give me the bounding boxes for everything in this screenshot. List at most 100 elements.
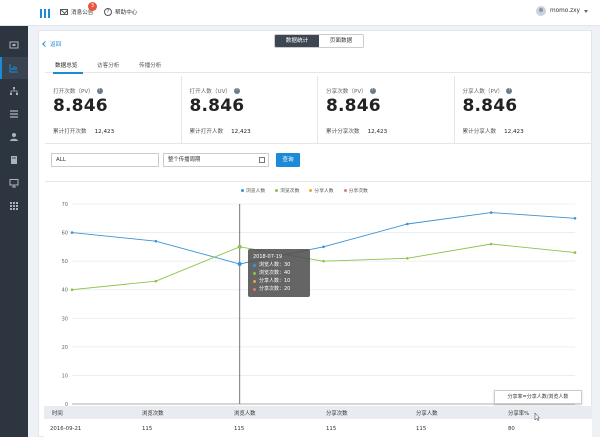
kpi-sub-label: 累计分享次数 <box>326 129 360 135</box>
kpi-card-open-uv: 打开人数（UV）! 8.846 累计打开人数 12,423 <box>182 76 318 144</box>
tooltip-date: 2018-07-19 <box>253 254 283 260</box>
table-cell: 115 <box>416 426 427 432</box>
column-header: 浏览人数 <box>234 411 256 417</box>
data-point <box>406 256 409 260</box>
y-tick-label: 30 <box>62 316 68 322</box>
tooltip-row-label: 分享人数：10 <box>259 278 291 284</box>
list-icon <box>10 110 18 118</box>
kpi-sub: 累计分享次数 12,423 <box>326 127 387 135</box>
chevron-down-icon <box>584 9 588 13</box>
tooltip-row-label: 分享次数：20 <box>259 286 291 292</box>
query-button[interactable]: 查询 <box>276 153 300 167</box>
kpi-card-share-users: 分享人数（PV）! 8.846 累计分享人数 12,423 <box>455 76 592 144</box>
info-icon[interactable]: ! <box>506 88 513 94</box>
period-value: 整个传播周期 <box>168 157 201 163</box>
sidebar-item-sitemap[interactable] <box>0 80 28 102</box>
series-line <box>71 212 576 265</box>
y-tick-label: 20 <box>62 345 68 351</box>
column-header: 分享次数 <box>326 411 348 417</box>
channel-select[interactable]: ALL <box>51 153 159 167</box>
kpi-sub-value: 12,423 <box>367 129 388 135</box>
app-logo-icon[interactable] <box>40 9 50 18</box>
envelope-icon <box>60 9 68 15</box>
kpi-label: 分享人数（PV）! <box>463 87 513 95</box>
kpi-sub-value: 12,423 <box>504 129 524 135</box>
help-icon: ? <box>104 8 112 16</box>
data-table: 时间 浏览次数 浏览人数 分享次数 分享人数 分享率% 2016-09-21 1… <box>44 406 592 437</box>
tab-overview[interactable]: 数据总览 <box>55 61 77 69</box>
table-cell: 115 <box>234 426 245 432</box>
tab-visitor-analysis[interactable]: 访客分析 <box>97 61 119 69</box>
chevron-left-icon <box>42 41 48 47</box>
back-label: 返回 <box>50 42 62 48</box>
app-root: 消息公告 3 ? 帮助中心 momo.zxy 返回 数据统计 页面数据 数据总览… <box>0 0 600 437</box>
dashboard-icon <box>9 41 19 49</box>
kpi-card-open-pv: 打开次数（PV）! 8.846 累计打开次数 12,423 <box>45 76 182 144</box>
back-link[interactable]: 返回 <box>42 40 62 48</box>
tab-spread-analysis[interactable]: 传播分析 <box>139 61 161 69</box>
segment-page-data[interactable]: 页面数据 <box>319 35 363 47</box>
user-icon <box>10 133 18 141</box>
data-point <box>154 239 158 243</box>
tooltip-row: 浏览人数：30 <box>253 261 305 269</box>
sidebar-item-chart[interactable] <box>0 57 28 79</box>
tooltip-dot <box>253 279 256 283</box>
data-point <box>237 244 242 249</box>
kpi-sub-label: 累计分享人数 <box>462 129 497 135</box>
data-point <box>322 245 325 249</box>
notice-badge: 3 <box>88 2 97 11</box>
segment-data-stats[interactable]: 数据统计 <box>275 35 319 47</box>
kpi-value: 8.846 <box>462 96 518 116</box>
y-tick-label: 70 <box>62 202 68 208</box>
sidebar-item-book[interactable] <box>0 149 28 171</box>
sidebar-item-list[interactable] <box>0 103 28 125</box>
data-point <box>489 211 493 214</box>
tooltip-row: 浏览次数：40 <box>253 269 305 277</box>
chart-tooltip: 2018-07-19 浏览人数：30 浏览次数：40 分享人数：10 分享次数：… <box>248 249 310 297</box>
column-header: 时间 <box>52 411 63 417</box>
tooltip-row: 分享人数：10 <box>253 277 305 285</box>
kpi-sub-label: 累计打开人数 <box>189 129 224 135</box>
tab-bar: 数据总览 访客分析 传播分析 <box>45 58 591 74</box>
kpi-label-text: 分享次数（PV） <box>326 89 367 95</box>
tooltip-dot <box>253 287 256 291</box>
view-segment: 数据统计 页面数据 <box>274 34 364 48</box>
info-icon[interactable]: ! <box>233 88 240 94</box>
kpi-sub-label: 累计打开次数 <box>53 129 87 135</box>
kpi-label: 打开次数（PV）! <box>53 87 103 95</box>
share-rate-hint: 分享率=分享人数/浏览人数 <box>494 390 582 404</box>
table-cell: 2016-09-21 <box>50 426 82 432</box>
data-point <box>322 259 325 263</box>
filter-bar: ALL 整个传播周期 查询 <box>45 151 591 173</box>
data-point <box>154 279 158 283</box>
table-header: 时间 浏览次数 浏览人数 分享次数 分享人数 分享率% <box>44 406 592 419</box>
y-tick-label: 50 <box>62 259 68 265</box>
sidebar-item-monitor[interactable] <box>0 172 28 194</box>
data-point <box>489 242 493 246</box>
help-label: 帮助中心 <box>115 10 138 16</box>
data-point <box>573 216 577 220</box>
data-point <box>406 222 409 226</box>
period-picker[interactable]: 整个传播周期 <box>163 153 269 167</box>
book-icon <box>11 156 17 164</box>
kpi-label: 打开人数（UV）! <box>190 87 240 95</box>
sidebar-item-grid[interactable] <box>0 195 28 217</box>
kpi-sub: 累计打开人数 12,423 <box>190 127 251 135</box>
y-tick-label: 40 <box>62 288 68 294</box>
info-icon[interactable]: ! <box>96 88 103 94</box>
data-point <box>70 231 74 234</box>
table-cell: 80 <box>508 426 515 432</box>
calendar-icon <box>259 157 265 163</box>
sidebar-item-dashboard[interactable] <box>0 34 28 56</box>
tooltip-row-label: 浏览人数：30 <box>259 262 291 268</box>
kpi-cards: 打开次数（PV）! 8.846 累计打开次数 12,423 打开人数（UV）! 8… <box>45 76 591 144</box>
info-icon[interactable]: ! <box>369 88 376 94</box>
user-menu[interactable]: momo.zxy <box>535 6 588 16</box>
grid-icon <box>10 202 18 210</box>
line-chart[interactable]: 01020304050607007-1707-1807-1907-2007-21… <box>45 182 591 420</box>
main-panel: 返回 数据统计 页面数据 数据总览 访客分析 传播分析 打开次数（PV）! 8.… <box>38 30 592 437</box>
help-link[interactable]: ? 帮助中心 <box>104 8 137 16</box>
sidebar-item-user[interactable] <box>0 126 28 148</box>
pointer-cursor-icon <box>534 412 540 421</box>
column-header: 分享率% <box>508 411 530 417</box>
